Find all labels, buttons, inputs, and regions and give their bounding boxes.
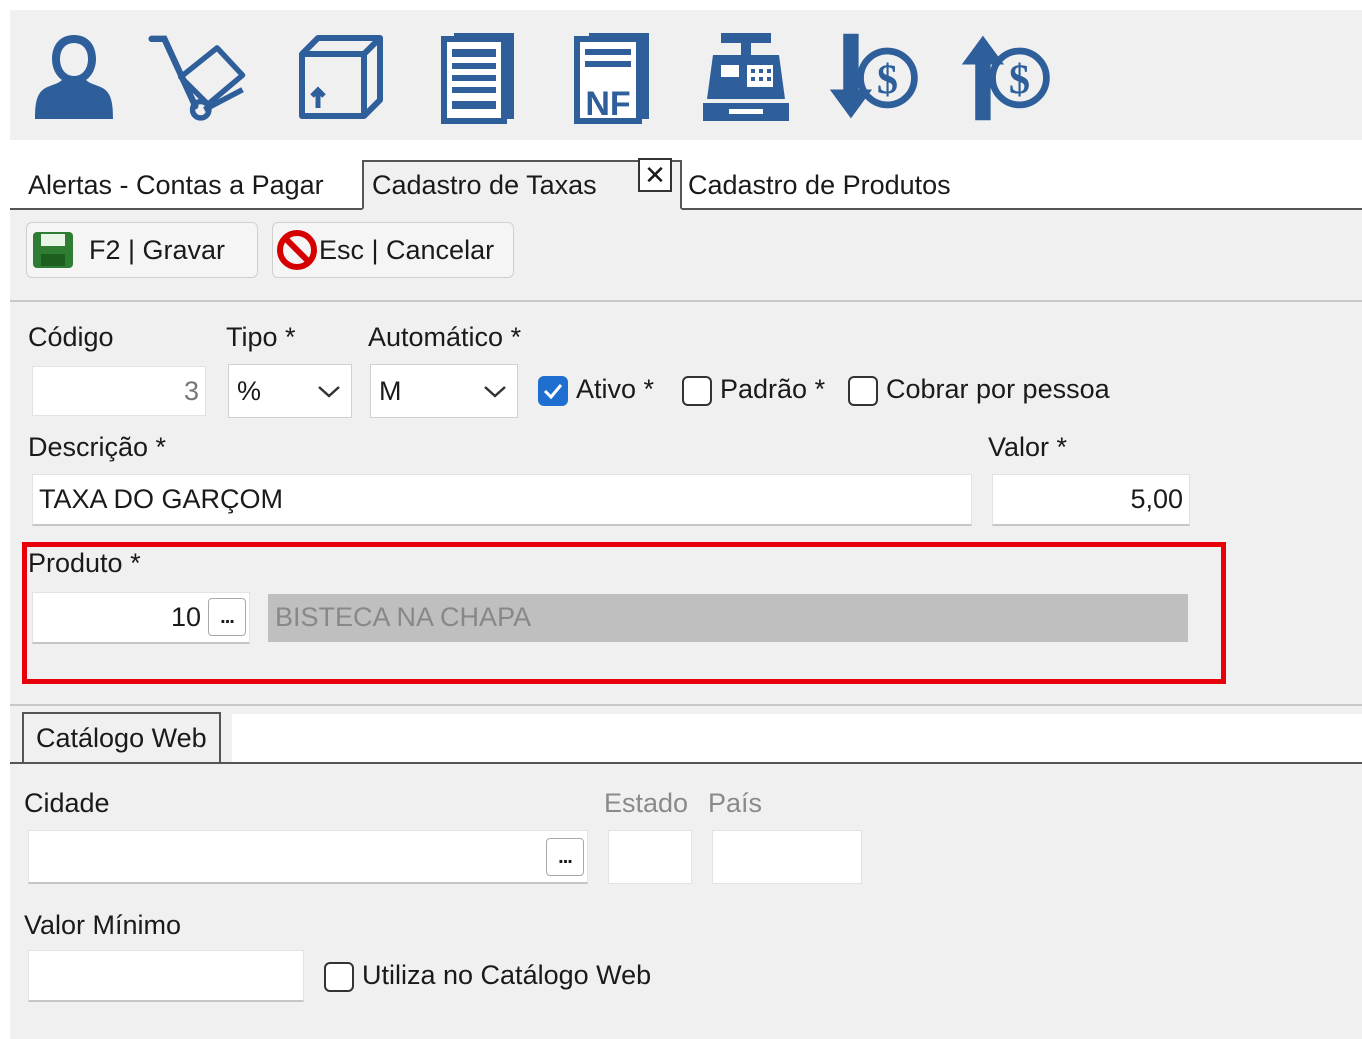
padrao-checkbox[interactable]	[682, 376, 712, 406]
cobrar-por-pessoa-checkbox[interactable]	[848, 376, 878, 406]
produto-label: Produto *	[28, 548, 141, 578]
tab-catalogo-web[interactable]: Catálogo Web	[22, 712, 221, 764]
floppy-disk-icon	[33, 232, 73, 268]
pais-label: País	[708, 788, 763, 818]
contas-a-receber-button[interactable]: $	[824, 24, 924, 130]
cancel-button-label: Esc | Cancelar	[319, 234, 495, 265]
ativo-checkbox[interactable]	[538, 376, 568, 406]
svg-text:$: $	[877, 56, 898, 103]
cash-register-icon	[703, 33, 789, 121]
tab-label: Catálogo Web	[36, 722, 207, 753]
tipo-label: Tipo *	[226, 322, 296, 352]
descricao-value: TAXA DO GARÇOM	[39, 484, 284, 514]
valor-input[interactable]: 5,00	[992, 474, 1190, 526]
descricao-input[interactable]: TAXA DO GARÇOM	[32, 474, 972, 526]
automatico-select[interactable]: M	[370, 364, 518, 418]
section-divider	[10, 704, 1362, 706]
tipo-select[interactable]: %	[228, 364, 352, 418]
subtab-underline	[10, 762, 1362, 764]
cidade-input[interactable]	[28, 830, 588, 884]
document-tabs: Alertas - Contas a Pagar Cadastro de Tax…	[10, 140, 1362, 210]
cobrar-por-pessoa-label: Cobrar por pessoa	[886, 374, 1110, 404]
automatico-selected-value: M	[379, 375, 402, 406]
tab-label: Alertas - Contas a Pagar	[28, 169, 324, 200]
codigo-label: Código	[28, 322, 114, 352]
ribbon-toolbar: NF $ $	[10, 10, 1362, 140]
valor-label: Valor *	[988, 432, 1068, 462]
chevron-down-icon	[318, 386, 340, 398]
cidade-lookup-button[interactable]: ...	[546, 838, 584, 876]
clientes-button[interactable]	[24, 24, 124, 130]
close-tab-button[interactable]: ✕	[638, 158, 672, 192]
ellipsis-icon: ...	[558, 845, 573, 868]
padrao-label: Padrão *	[720, 374, 826, 404]
estoque-button[interactable]	[290, 24, 390, 130]
save-button-label: F2 | Gravar	[89, 234, 226, 265]
contas-a-pagar-button[interactable]: $	[956, 24, 1056, 130]
chevron-down-icon	[484, 386, 506, 398]
document-icon	[441, 33, 514, 124]
codigo-value: 3	[183, 375, 199, 406]
cancel-button[interactable]: Esc | Cancelar	[272, 222, 514, 278]
money-in-icon: $	[829, 33, 918, 119]
fornecedores-button[interactable]	[148, 24, 248, 130]
checkmark-icon	[543, 384, 563, 400]
save-button[interactable]: F2 | Gravar	[26, 222, 258, 278]
caixa-button[interactable]	[696, 24, 796, 130]
utiliza-catalogo-web-checkbox[interactable]	[324, 962, 354, 992]
produto-code-value: 10	[170, 602, 201, 632]
cidade-label: Cidade	[24, 788, 110, 818]
tab-cadastro-de-produtos[interactable]: Cadastro de Produtos	[680, 160, 959, 210]
valor-minimo-label: Valor Mínimo	[24, 910, 182, 940]
tab-cadastro-de-taxas[interactable]: Cadastro de Taxas	[362, 160, 682, 210]
valor-minimo-input[interactable]	[28, 950, 304, 1002]
nota-fiscal-button[interactable]: NF	[562, 24, 662, 130]
cancel-icon	[277, 230, 317, 270]
produto-lookup-button[interactable]: ...	[208, 598, 246, 636]
estado-field	[608, 830, 692, 884]
action-toolbar: F2 | Gravar Esc | Cancelar	[10, 210, 1362, 302]
box-icon	[299, 35, 383, 119]
codigo-input[interactable]: 3	[32, 366, 206, 416]
window: NF $ $ Alertas - Contas a Pagar Cadastro…	[10, 10, 1362, 1039]
pais-field	[712, 830, 862, 884]
svg-text:NF: NF	[585, 85, 630, 123]
tab-alertas-contas-a-pagar[interactable]: Alertas - Contas a Pagar	[20, 160, 332, 210]
close-icon: ✕	[644, 160, 666, 190]
subtab-strip	[232, 714, 1362, 762]
tab-label: Cadastro de Taxas	[372, 169, 597, 200]
ativo-label: Ativo *	[576, 374, 655, 404]
nf-invoice-icon: NF	[574, 33, 649, 124]
tab-label: Cadastro de Produtos	[688, 169, 951, 200]
ellipsis-icon: ...	[220, 605, 235, 628]
valor-value: 5,00	[1130, 484, 1183, 514]
relatorios-button[interactable]	[428, 24, 528, 130]
descricao-label: Descrição *	[28, 432, 167, 462]
tipo-selected-value: %	[237, 375, 262, 406]
utiliza-catalogo-web-label: Utiliza no Catálogo Web	[362, 960, 652, 990]
hand-truck-icon	[148, 35, 246, 121]
produto-name-value: BISTECA NA CHAPA	[275, 602, 532, 632]
money-out-icon: $	[961, 35, 1050, 121]
produto-name-field: BISTECA NA CHAPA	[268, 594, 1188, 642]
svg-text:$: $	[1009, 56, 1030, 103]
user-icon	[35, 35, 113, 119]
automatico-label: Automático *	[368, 322, 522, 352]
estado-label: Estado	[604, 788, 689, 818]
